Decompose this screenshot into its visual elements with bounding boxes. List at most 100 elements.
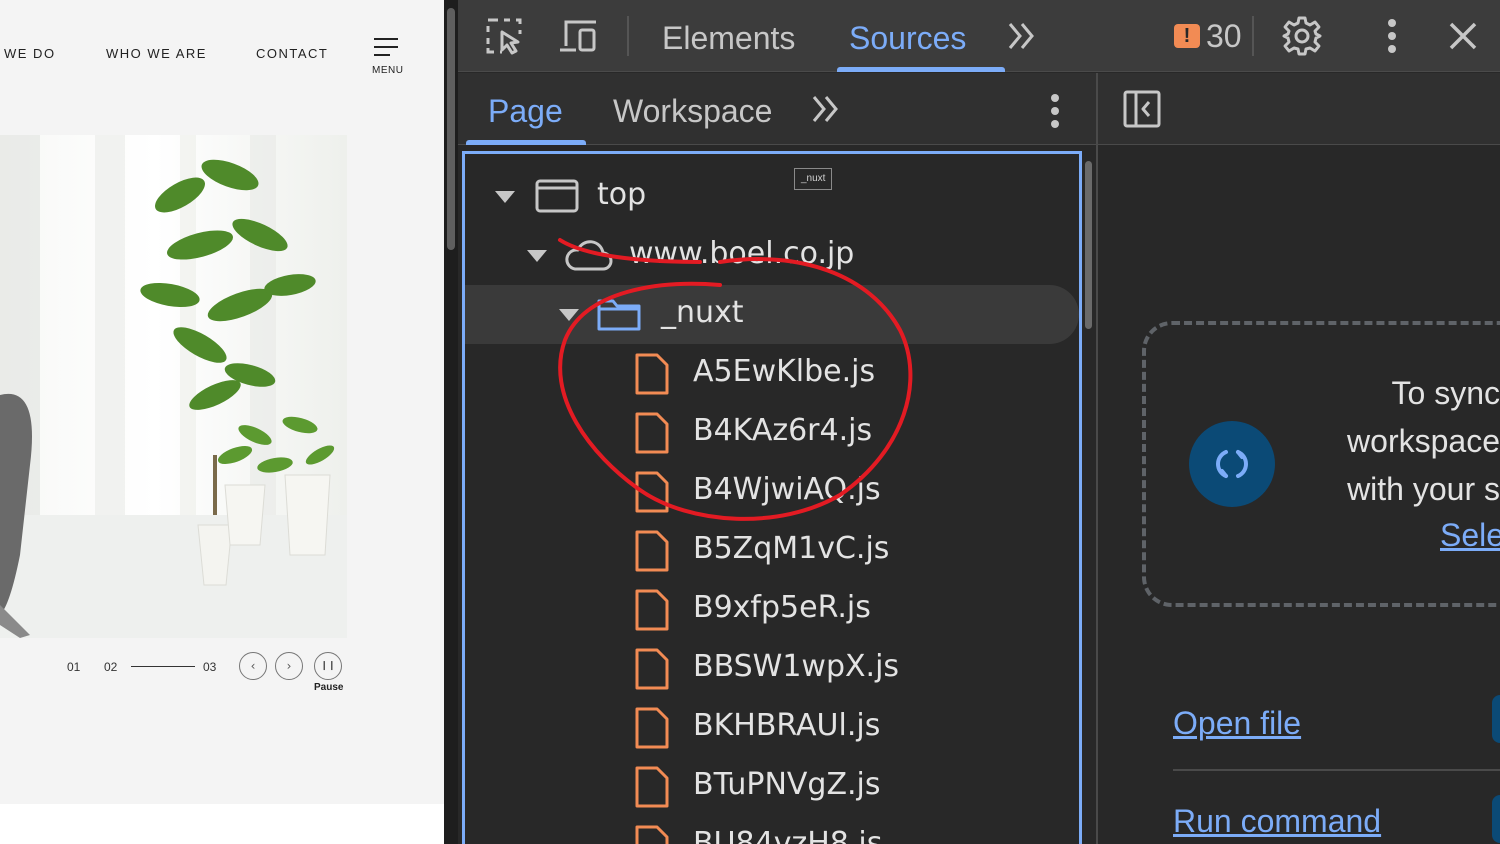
slide-number-3[interactable]: 03 <box>203 660 216 674</box>
cloud-icon <box>565 240 613 271</box>
chevron-right-icon: › <box>286 659 292 673</box>
sync-text-line: workspace <box>1347 423 1500 459</box>
nav-link-contact[interactable]: CONTACT <box>256 46 328 61</box>
nav-link-what-we-do[interactable]: WE DO <box>4 46 56 61</box>
tree-item-label: BU84vzH8.js <box>693 826 883 844</box>
slide-progress-line <box>131 666 195 667</box>
slide-number-2[interactable]: 02 <box>104 660 117 674</box>
active-subtab-indicator <box>466 140 586 145</box>
expand-arrow-icon[interactable] <box>495 191 515 203</box>
slide-number-1[interactable]: 01 <box>67 660 80 674</box>
issues-counter[interactable]: ! 30 <box>1174 18 1242 54</box>
pause-button[interactable]: ❙❙ <box>314 652 342 680</box>
tab-page[interactable]: Page <box>488 93 563 130</box>
file-tree-scrollbar-thumb[interactable] <box>1085 161 1092 329</box>
chevron-left-icon: ‹ <box>250 659 256 673</box>
file-tree: top www.boel.co.jp _nuxt A5EwKlbe.js B4K… <box>462 151 1082 844</box>
menu-label: MENU <box>372 65 404 76</box>
tree-item-label: www.boel.co.jp <box>629 236 855 271</box>
hero-photo <box>0 135 347 638</box>
tab-workspace[interactable]: Workspace <box>613 93 772 130</box>
prev-slide-button[interactable]: ‹ <box>239 652 267 680</box>
file-icon <box>635 648 669 690</box>
tree-item-top[interactable]: top <box>465 167 1079 226</box>
chevron-double-right-icon[interactable] <box>1000 14 1044 58</box>
tree-item-file[interactable]: B9xfp5eR.js <box>465 580 1079 639</box>
tree-item-label: BTuPNVgZ.js <box>693 767 881 802</box>
file-icon <box>635 766 669 808</box>
tooltip: _nuxt <box>794 168 833 190</box>
sync-text-line: To sync <box>1391 375 1500 411</box>
expand-arrow-icon[interactable] <box>559 309 579 321</box>
tree-item-file[interactable]: BKHBRAUl.js <box>465 698 1079 757</box>
devtools-panel: Elements Sources ! 30 Page Workspace top… <box>444 0 1500 844</box>
menu-button[interactable]: MENU <box>372 36 404 80</box>
file-icon <box>635 353 669 395</box>
file-icon <box>635 412 669 454</box>
tree-item-label: B4KAz6r4.js <box>693 413 873 448</box>
tree-item-file[interactable]: B5ZqM1vC.js <box>465 521 1079 580</box>
command-separator <box>1173 769 1500 771</box>
website-preview: WE DO WHO WE ARE CONTACT MENU 01 02 03 ‹… <box>0 0 444 844</box>
tree-item-file[interactable]: B4WjwiAQ.js <box>465 462 1079 521</box>
hamburger-icon <box>374 38 398 40</box>
kebab-menu-icon[interactable] <box>1370 14 1414 58</box>
nav-link-who-we-are[interactable]: WHO WE ARE <box>106 46 207 61</box>
editor-pane: To sync workspace with your s Sele Open … <box>1098 73 1500 844</box>
file-icon <box>635 707 669 749</box>
page-footer-area <box>0 804 444 844</box>
tree-item-label: B5ZqM1vC.js <box>693 531 890 566</box>
tree-item-label: top <box>597 177 647 212</box>
frame-icon <box>535 179 579 213</box>
issues-warning-icon: ! <box>1174 24 1200 48</box>
tree-item-file[interactable]: BBSW1wpX.js <box>465 639 1079 698</box>
device-toolbar-icon[interactable] <box>556 14 600 58</box>
page-scrollbar-thumb[interactable] <box>447 8 455 250</box>
editor-toolbar <box>1098 73 1500 145</box>
sync-text-line: with your s <box>1347 471 1500 507</box>
shortcut-key-badge <box>1492 695 1500 743</box>
open-file-link[interactable]: Open file <box>1173 705 1301 742</box>
inspect-element-icon[interactable] <box>482 14 526 58</box>
chevron-double-right-icon[interactable] <box>808 93 844 130</box>
tree-item-file[interactable]: A5EwKlbe.js <box>465 344 1079 403</box>
file-tree-scrollbar[interactable] <box>1082 151 1096 844</box>
toolbar-separator <box>627 16 629 56</box>
pause-label: Pause <box>314 682 344 693</box>
tree-item-file[interactable]: BTuPNVgZ.js <box>465 757 1079 816</box>
toggle-navigator-icon[interactable] <box>1122 89 1162 134</box>
tab-sources[interactable]: Sources <box>849 20 966 57</box>
pause-icon: ❙❙ <box>320 661 336 671</box>
tree-item-label: B4WjwiAQ.js <box>693 472 881 507</box>
kebab-menu-icon[interactable] <box>1050 93 1060 134</box>
toolbar-separator <box>1252 16 1254 56</box>
hamburger-icon-bar <box>374 46 398 48</box>
tree-item-file[interactable]: BU84vzH8.js <box>465 816 1079 844</box>
file-icon <box>635 825 669 844</box>
shortcut-key-badge <box>1492 795 1500 843</box>
tree-item-label: BKHBRAUl.js <box>693 708 881 743</box>
sources-sidebar-tabs: Page Workspace <box>458 73 1096 145</box>
tree-item-label: A5EwKlbe.js <box>693 354 876 389</box>
close-icon[interactable] <box>1441 14 1485 58</box>
next-slide-button[interactable]: › <box>275 652 303 680</box>
issues-count: 30 <box>1206 17 1242 54</box>
active-tab-indicator <box>837 67 1005 72</box>
select-folder-link[interactable]: Sele <box>1440 517 1500 554</box>
gear-icon[interactable] <box>1280 14 1324 58</box>
tree-item-label: _nuxt <box>661 295 744 330</box>
sync-icon <box>1189 421 1275 507</box>
tree-item-domain[interactable]: www.boel.co.jp <box>465 226 1079 285</box>
expand-arrow-icon[interactable] <box>527 250 547 262</box>
folder-icon <box>597 299 641 331</box>
tab-elements[interactable]: Elements <box>662 20 795 57</box>
tree-item-label: B9xfp5eR.js <box>693 590 871 625</box>
page-scrollbar[interactable] <box>444 0 458 844</box>
file-icon <box>635 471 669 513</box>
tree-item-label: BBSW1wpX.js <box>693 649 900 684</box>
file-icon <box>635 530 669 572</box>
devtools-toolbar: Elements Sources ! 30 <box>458 0 1500 72</box>
run-command-link[interactable]: Run command <box>1173 803 1381 840</box>
tree-item-folder-nuxt[interactable]: _nuxt <box>465 285 1079 344</box>
tree-item-file[interactable]: B4KAz6r4.js <box>465 403 1079 462</box>
